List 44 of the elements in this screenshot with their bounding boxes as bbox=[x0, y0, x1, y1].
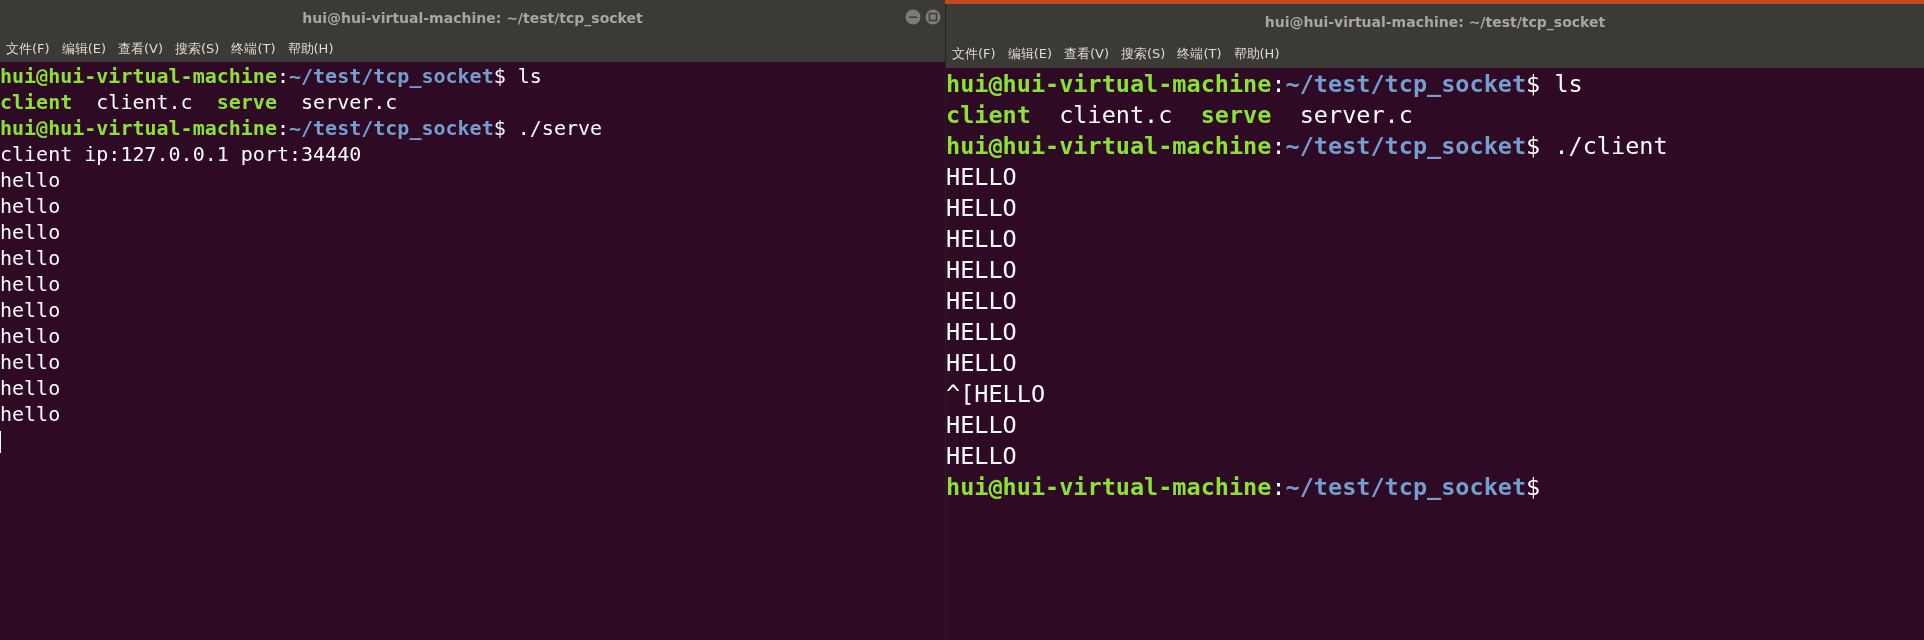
terminal-line: HELLO bbox=[946, 348, 1018, 379]
minimize-icon[interactable] bbox=[905, 9, 921, 25]
terminal-line: hello bbox=[0, 297, 62, 323]
terminal-line: HELLO bbox=[946, 286, 1018, 317]
terminal-line: hello bbox=[0, 245, 62, 271]
menu-item[interactable]: 编辑(E) bbox=[61, 40, 106, 58]
menu-item[interactable]: 帮助(H) bbox=[287, 40, 334, 58]
terminal-line: ^[HELLO bbox=[946, 379, 1047, 410]
terminal-line: HELLO bbox=[946, 410, 1018, 441]
terminal-line: hello bbox=[0, 375, 62, 401]
terminal-line: hui@hui-virtual-machine:~/test/tcp_socket$ ./client bbox=[946, 131, 1669, 162]
menu-item[interactable]: 终端(T) bbox=[1177, 45, 1222, 63]
terminal-line: client client.c serve server.c bbox=[0, 89, 399, 115]
terminal-line: hui@hui-virtual-machine:~/test/tcp_socket$ bbox=[946, 472, 1542, 503]
terminal-line: hello bbox=[0, 323, 62, 349]
terminal-line: hui@hui-virtual-machine:~/test/tcp_socket$ ls bbox=[946, 69, 1584, 100]
terminal-line: HELLO bbox=[946, 255, 1018, 286]
terminal-line: HELLO bbox=[946, 224, 1018, 255]
menu-item[interactable]: 查看(V) bbox=[1064, 45, 1110, 63]
terminal-line: client ip:127.0.0.1 port:34440 bbox=[0, 141, 363, 167]
menu-item[interactable]: 搜索(S) bbox=[175, 40, 220, 58]
menu-item[interactable]: 文件(F) bbox=[952, 45, 996, 63]
window-title: hui@hui-virtual-machine: ~/test/tcp_socket bbox=[302, 10, 643, 26]
terminal-line: HELLO bbox=[946, 317, 1018, 348]
terminal-line: hello bbox=[0, 193, 62, 219]
terminal-line: HELLO bbox=[946, 162, 1018, 193]
menu-item[interactable]: 帮助(H) bbox=[1233, 45, 1280, 63]
terminal-line: hello bbox=[0, 271, 62, 297]
terminal-line: HELLO bbox=[946, 441, 1018, 472]
terminal-line: hui@hui-virtual-machine:~/test/tcp_socket$ ./serve bbox=[0, 115, 604, 141]
menu-item[interactable]: 查看(V) bbox=[118, 40, 164, 58]
terminal-line: hello bbox=[0, 349, 62, 375]
terminal-line: hello bbox=[0, 401, 62, 427]
terminal-line: hello bbox=[0, 167, 62, 193]
menu-item[interactable]: 终端(T) bbox=[231, 40, 276, 58]
terminal-line: client client.c serve server.c bbox=[946, 100, 1414, 131]
menu-item[interactable]: 文件(F) bbox=[6, 40, 50, 58]
menu-item[interactable]: 搜索(S) bbox=[1121, 45, 1166, 63]
terminal-line: hello bbox=[0, 219, 62, 245]
maximize-icon[interactable] bbox=[925, 9, 941, 25]
menu-item[interactable]: 编辑(E) bbox=[1007, 45, 1052, 63]
window-title: hui@hui-virtual-machine: ~/test/tcp_socket bbox=[1264, 14, 1606, 30]
terminal-line: HELLO bbox=[946, 193, 1018, 224]
terminal-line: hui@hui-virtual-machine:~/test/tcp_socket$ ls bbox=[0, 63, 543, 89]
